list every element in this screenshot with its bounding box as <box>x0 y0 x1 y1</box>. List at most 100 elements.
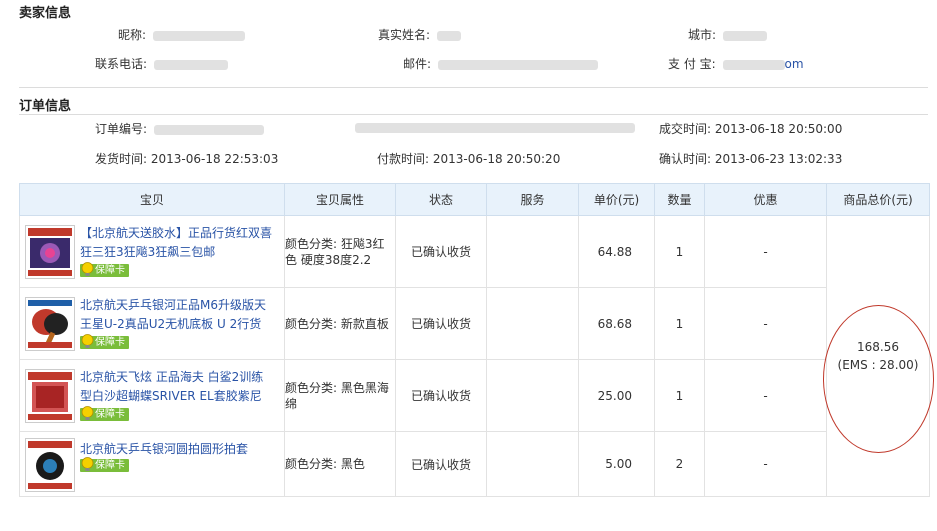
bulb-icon <box>81 457 94 471</box>
item-price: 68.68 <box>578 287 655 360</box>
item-price: 64.88 <box>578 215 655 288</box>
guarantee-label: 保障卡 <box>95 409 125 420</box>
order-total-cell: 168.56 (EMS : 28.00) <box>826 215 930 497</box>
header-service: 服务 <box>486 183 579 216</box>
table-row: 北京航天飞炫 正品海夫 白鲨2训练型白沙超蝴蝶SRIVER EL套胶紫尼 保障卡… <box>19 359 930 432</box>
item-price: 25.00 <box>578 359 655 432</box>
nickname-row: 昵称: <box>118 26 245 43</box>
item-cell: 北京航天乒乓银河正品M6升级版天王星U-2真品U2无机底板 U 2行货 保障卡 <box>20 288 284 359</box>
rubber-product-icon <box>26 226 74 278</box>
item-status: 已确认收货 <box>395 431 487 497</box>
item-qty: 1 <box>654 359 705 432</box>
item-status: 已确认收货 <box>395 287 487 360</box>
item-service <box>486 431 579 497</box>
deal-time-value: 2013-06-18 20:50:00 <box>714 122 843 136</box>
item-attr: 颜色分类: 黑色黑海绵 <box>284 359 396 432</box>
seller-section-title: 卖家信息 <box>19 6 72 21</box>
item-qty: 1 <box>654 287 705 360</box>
order-no-label: 订单编号: <box>95 122 148 136</box>
city-value-redacted <box>722 30 767 41</box>
pay-time-value: 2013-06-18 20:50:20 <box>432 152 561 166</box>
table-row: 北京航天乒乓银河圆拍圆形拍套 保障卡 颜色分类: 黑色 已确认收货 5.00 2… <box>19 431 930 497</box>
ship-time-row: 发货时间: 2013-06-18 22:53:03 <box>95 150 278 167</box>
realname-row: 真实姓名: <box>378 26 461 43</box>
guarantee-badge[interactable]: 保障卡 <box>80 334 129 349</box>
item-service <box>486 215 579 288</box>
item-title-link[interactable]: 北京航天乒乓银河圆拍圆形拍套 <box>80 440 275 459</box>
order-total-value: 168.56 <box>857 340 899 354</box>
header-total: 商品总价(元) <box>826 183 930 216</box>
item-thumbnail[interactable] <box>25 438 75 492</box>
table-header-row: 宝贝 宝贝属性 状态 服务 单价(元) 数量 优惠 商品总价(元) <box>19 183 930 216</box>
guarantee-label: 保障卡 <box>95 337 125 348</box>
order-section-title: 订单信息 <box>19 99 72 114</box>
deal-time-label: 成交时间: <box>659 122 712 136</box>
city-row: 城市: <box>688 26 767 43</box>
item-cell: 北京航天乒乓银河圆拍圆形拍套 保障卡 <box>20 432 284 496</box>
item-title-link[interactable]: 北京航天飞炫 正品海夫 白鲨2训练型白沙超蝴蝶SRIVER EL套胶紫尼 <box>80 368 275 406</box>
item-title-link[interactable]: 【北京航天送胶水】正品行货红双喜狂三狂3狂飚3狂飙三包邮 <box>80 224 275 262</box>
item-attr: 颜色分类: 狂飚3红色 硬度38度2.2 <box>284 215 396 288</box>
seller-divider <box>19 87 928 88</box>
pay-time-label: 付款时间: <box>377 152 430 166</box>
bulb-icon <box>81 262 94 276</box>
header-discount: 优惠 <box>704 183 827 216</box>
item-thumbnail[interactable] <box>25 225 75 279</box>
header-status: 状态 <box>395 183 487 216</box>
confirm-time-label: 确认时间: <box>659 152 712 166</box>
confirm-time-row: 确认时间: 2013-06-23 13:02:33 <box>659 150 842 167</box>
table-row: 北京航天乒乓银河正品M6升级版天王星U-2真品U2无机底板 U 2行货 保障卡 … <box>19 287 930 360</box>
item-status: 已确认收货 <box>395 359 487 432</box>
realname-value-redacted <box>436 30 461 41</box>
nickname-label: 昵称: <box>118 28 147 42</box>
deal-time-row: 成交时间: 2013-06-18 20:50:00 <box>659 120 842 137</box>
alipay-row: 支 付 宝: om <box>668 55 804 72</box>
bulb-icon <box>81 334 94 348</box>
guarantee-label: 保障卡 <box>95 460 125 471</box>
item-title-link[interactable]: 北京航天乒乓银河正品M6升级版天王星U-2真品U2无机底板 U 2行货 <box>80 296 275 334</box>
order-no-value-redacted <box>153 124 264 135</box>
guarantee-badge[interactable]: 保障卡 <box>80 262 129 277</box>
phone-label: 联系电话: <box>95 57 148 71</box>
header-item: 宝贝 <box>19 183 285 216</box>
paddle-product-icon <box>26 298 74 350</box>
order-shipping-value: (EMS : 28.00) <box>837 358 919 372</box>
item-qty: 1 <box>654 215 705 288</box>
order-items-table: 宝贝 宝贝属性 状态 服务 单价(元) 数量 优惠 商品总价(元) 【北京航天送… <box>19 183 930 497</box>
item-qty: 2 <box>654 431 705 497</box>
item-discount: - <box>704 287 827 360</box>
email-label: 邮件: <box>403 57 432 71</box>
item-service <box>486 287 579 360</box>
alipay-trade-no-redacted <box>355 122 635 133</box>
alipay-value-suffix[interactable]: om <box>785 57 804 71</box>
item-thumbnail[interactable] <box>25 369 75 423</box>
item-discount: - <box>704 359 827 432</box>
email-value-redacted[interactable] <box>437 59 598 70</box>
confirm-time-value: 2013-06-23 13:02:33 <box>714 152 843 166</box>
guarantee-badge[interactable]: 保障卡 <box>80 406 129 421</box>
item-price: 5.00 <box>578 431 655 497</box>
city-label: 城市: <box>688 28 717 42</box>
guarantee-badge[interactable]: 保障卡 <box>80 457 129 472</box>
table-row: 【北京航天送胶水】正品行货红双喜狂三狂3狂飚3狂飙三包邮 保障卡 颜色分类: 狂… <box>19 215 930 497</box>
item-cell: 北京航天飞炫 正品海夫 白鲨2训练型白沙超蝴蝶SRIVER EL套胶紫尼 保障卡 <box>20 360 284 431</box>
item-status: 已确认收货 <box>395 215 487 288</box>
alipay-value-redacted <box>722 59 785 70</box>
item-attr: 颜色分类: 新款直板 <box>284 287 396 360</box>
item-thumbnail[interactable] <box>25 297 75 351</box>
bulb-icon <box>81 406 94 420</box>
alipay-trade-row <box>352 120 635 134</box>
email-row: 邮件: <box>403 55 598 72</box>
nickname-value-redacted <box>152 30 245 41</box>
pay-time-row: 付款时间: 2013-06-18 20:50:20 <box>377 150 560 167</box>
alipay-label: 支 付 宝: <box>668 57 716 71</box>
order-divider <box>19 114 928 115</box>
paddle-case-product-icon <box>26 439 74 491</box>
item-service <box>486 359 579 432</box>
item-discount: - <box>704 215 827 288</box>
guarantee-label: 保障卡 <box>95 265 125 276</box>
phone-value-redacted <box>153 59 228 70</box>
realname-label: 真实姓名: <box>378 28 431 42</box>
item-attr: 颜色分类: 黑色 <box>284 431 396 497</box>
ship-time-label: 发货时间: <box>95 152 148 166</box>
